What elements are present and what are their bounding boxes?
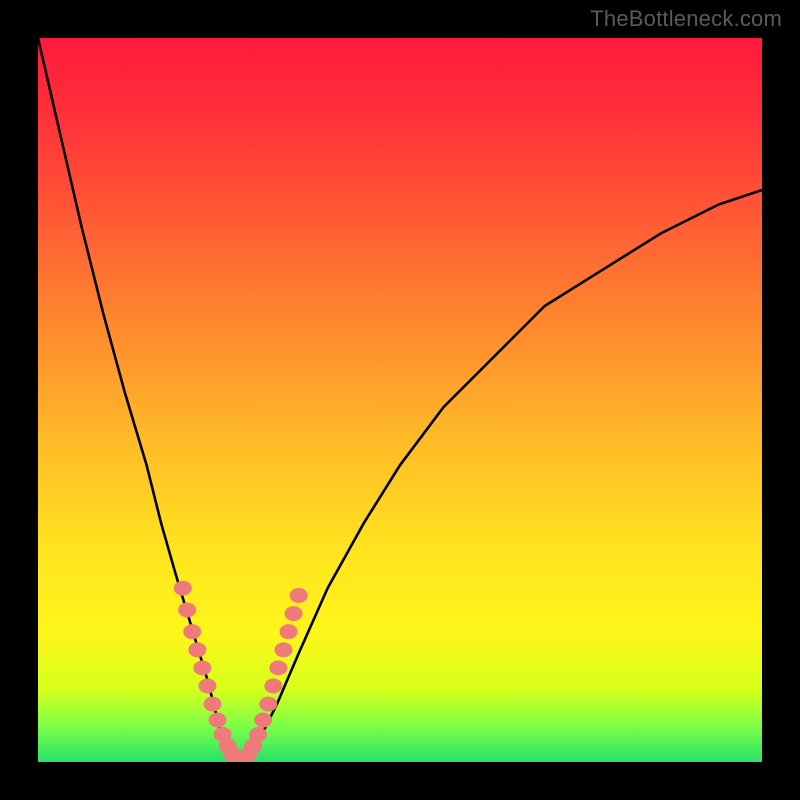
marker-point — [209, 713, 227, 728]
marker-point — [229, 752, 247, 762]
marker-point — [264, 678, 282, 693]
marker-point — [219, 739, 237, 754]
marker-point — [193, 660, 211, 675]
marker-point — [198, 678, 216, 693]
marker-point — [183, 624, 201, 639]
marker-point — [249, 727, 267, 742]
marker-point — [269, 660, 287, 675]
marker-point — [239, 747, 257, 762]
marker-point — [214, 727, 232, 742]
marker-point — [259, 697, 277, 712]
marker-point — [285, 606, 303, 621]
marker-point — [244, 739, 262, 754]
marker-point — [254, 713, 272, 728]
marker-point — [178, 602, 196, 617]
marker-point — [224, 747, 242, 762]
marker-point — [203, 697, 221, 712]
marker-point — [174, 581, 192, 596]
marker-point — [234, 752, 252, 762]
chart-overlay-svg — [38, 38, 762, 762]
watermark-text: TheBottleneck.com — [590, 6, 782, 32]
highlighted-points-group — [174, 581, 308, 762]
marker-point — [274, 642, 292, 657]
marker-point — [280, 624, 298, 639]
chart-plot-area — [38, 38, 762, 762]
chart-frame: TheBottleneck.com — [0, 0, 800, 800]
marker-point — [188, 642, 206, 657]
marker-point — [290, 588, 308, 603]
bottleneck-curve — [38, 38, 762, 758]
